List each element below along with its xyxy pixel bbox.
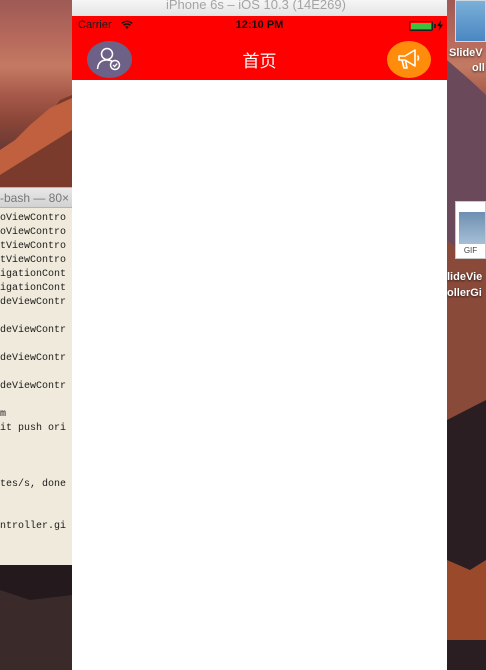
terminal-line: tViewContro: [0, 241, 67, 252]
terminal-line: oViewContro: [0, 227, 67, 238]
simulator-window: iPhone 6s – iOS 10.3 (14E269) Carrier 12…: [72, 0, 447, 670]
terminal-line: m: [0, 409, 7, 420]
main-content: [72, 80, 447, 670]
terminal-line: deViewContr: [0, 325, 67, 336]
terminal-line: deViewContr: [0, 353, 67, 364]
terminal-window[interactable]: -bash — 80× oViewContro oViewContro tViewC…: [0, 187, 72, 565]
desktop-file-thumbnail[interactable]: [455, 0, 486, 42]
terminal-line: deViewContr: [0, 297, 67, 308]
announcement-button[interactable]: [387, 41, 431, 78]
terminal-line: it push ori: [0, 423, 67, 434]
terminal-line: tViewContro: [0, 255, 67, 266]
desktop-gif-file[interactable]: GIF: [455, 201, 486, 259]
gif-file-type: GIF: [463, 246, 478, 255]
battery-cap: [434, 24, 436, 28]
simulator-title: iPhone 6s – iOS 10.3 (14E269): [166, 0, 346, 12]
gif-file-name-line2: ollerGi: [447, 287, 482, 299]
terminal-line: deViewContr: [0, 381, 67, 392]
terminal-line: oViewContro: [0, 213, 67, 224]
terminal-line: ntroller.gi: [0, 521, 67, 532]
desktop-file-label-line2: oll: [472, 62, 485, 74]
gif-file-name: lideVie: [447, 271, 483, 283]
status-time: 12:10 PM: [235, 19, 284, 31]
desktop-file-label: SlideV: [449, 47, 483, 59]
simulator-titlebar[interactable]: iPhone 6s – iOS 10.3 (14E269): [72, 0, 447, 16]
navigation-bar: 首页: [72, 36, 447, 80]
battery-fill: [411, 23, 431, 29]
ios-status-bar: Carrier 12:10 PM: [72, 16, 447, 36]
terminal-line: igationCont: [0, 269, 67, 280]
gif-thumbnail-icon: [459, 212, 485, 244]
terminal-title: -bash — 80×: [0, 188, 72, 208]
megaphone-icon: [398, 49, 420, 69]
terminal-line: tes/s, done: [0, 479, 67, 490]
battery-icon: [409, 21, 433, 31]
charging-bolt-icon: [437, 20, 443, 31]
terminal-output: oViewContro oViewContro tViewContro tViewCo…: [0, 208, 72, 534]
terminal-line: igationCont: [0, 283, 67, 294]
